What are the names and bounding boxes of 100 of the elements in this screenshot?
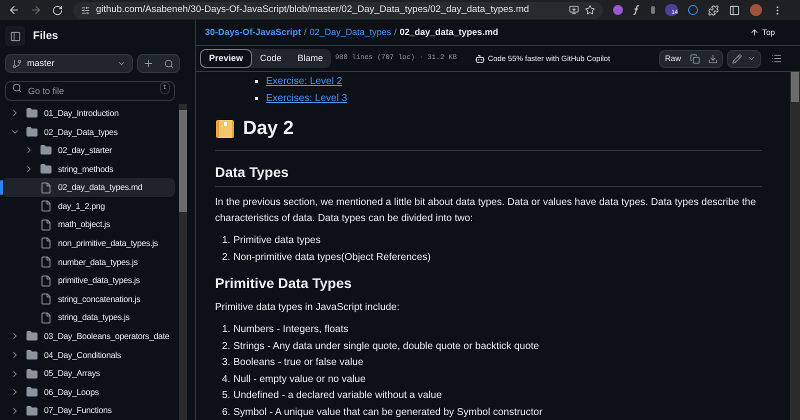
list-item-text: Symbol - A unique value that can be generated by Symbol constructor xyxy=(233,406,542,420)
file-tree-item[interactable]: 02_Day_Data_types xyxy=(2,122,175,142)
folder-icon xyxy=(40,163,52,176)
top-button[interactable]: Top xyxy=(750,26,775,38)
branch-icon xyxy=(12,58,22,68)
file-icon xyxy=(40,256,52,268)
folder-icon xyxy=(26,349,38,362)
file-name: math_object.js xyxy=(58,218,110,232)
file-tree-item[interactable]: non_primitive_data_types.js xyxy=(2,234,175,253)
file-tree-item[interactable]: string_concatenation.js xyxy=(2,290,175,309)
arrow-up-icon xyxy=(750,28,760,37)
file-name: primitive_data_types.js xyxy=(58,274,140,288)
file-tree-item[interactable]: 07_Day_Functions xyxy=(2,402,175,420)
caret-icon xyxy=(747,54,756,63)
folder-icon xyxy=(26,330,38,342)
collapse-sidebar-button[interactable] xyxy=(5,26,25,46)
file-tree-item[interactable]: 04_Day_Conditionals xyxy=(2,346,175,364)
file-tree-item[interactable]: day_1_2.png xyxy=(2,196,175,216)
list-number: 1. xyxy=(222,234,230,248)
folder-icon xyxy=(26,386,38,398)
back-icon[interactable] xyxy=(8,4,20,16)
sidebar-toggle-icon xyxy=(10,30,20,42)
profile-avatar[interactable] xyxy=(750,4,762,16)
side-panel-icon[interactable] xyxy=(729,4,740,16)
file-tree-item[interactable]: number_data_types.js xyxy=(2,252,175,272)
add-file-icon[interactable] xyxy=(143,58,154,69)
folder-icon xyxy=(26,107,38,120)
file-tree-item[interactable]: string_data_types.js xyxy=(2,308,175,328)
caret-icon xyxy=(117,59,126,68)
file-icon xyxy=(40,237,52,250)
sidebar-title: Files xyxy=(33,28,58,44)
edit-button[interactable] xyxy=(727,50,761,68)
branch-selector[interactable]: master xyxy=(5,54,133,73)
list-item-text: Primitive data types xyxy=(233,234,321,248)
extension-icon[interactable] xyxy=(633,5,641,15)
repo-link[interactable]: 30-Days-Of-JavaScript xyxy=(205,26,302,37)
list-number: 4. xyxy=(222,372,230,387)
toc-link[interactable]: Exercises: Level 3 xyxy=(266,91,348,106)
pencil-icon xyxy=(732,54,742,64)
book-icon xyxy=(215,119,235,140)
file-tree-item[interactable]: math_object.js xyxy=(2,216,175,234)
file-tree-item[interactable]: 03_Day_Booleans_operators_date xyxy=(2,327,175,346)
search-icon xyxy=(12,83,22,93)
folder-link[interactable]: 02_Day_Data_types xyxy=(310,26,392,37)
bookmark-star-icon[interactable] xyxy=(585,5,595,15)
file-icon xyxy=(40,200,52,212)
scrollbar[interactable] xyxy=(790,72,800,420)
file-tree-item[interactable]: 06_Day_Loops xyxy=(2,382,175,402)
url-text: github.com/Asabeneh/30-Days-Of-JavaScript/blob/master/02_Day_Data_types/02_day_data_types.md xyxy=(96,2,530,17)
list-number: 2. xyxy=(222,340,230,354)
folder-icon xyxy=(26,404,38,417)
scrollbar[interactable] xyxy=(179,104,187,420)
section-heading: Data Types xyxy=(215,162,762,186)
outline-icon[interactable] xyxy=(771,53,782,64)
download-icon[interactable] xyxy=(708,54,718,64)
file-name: 07_Day_Functions xyxy=(44,404,112,418)
install-icon[interactable] xyxy=(569,5,579,15)
address-bar[interactable]: github.com/Asabeneh/30-Days-Of-JavaScript/blob/master/02_Day_Data_types/02_day_data_types.md xyxy=(73,2,603,18)
list-item-text: Booleans - true or false value xyxy=(233,356,364,370)
file-name: 02_day_data_types.md xyxy=(58,181,142,194)
copilot-icon xyxy=(474,54,485,64)
file-name: 04_Day_Conditionals xyxy=(44,348,122,362)
file-name: 03_Day_Booleans_operators_date xyxy=(44,330,170,343)
file-tree-item[interactable]: 02_day_data_types.md xyxy=(2,178,175,197)
paragraph: In the previous section, we mentioned a little bit about data types. Data or values have data types. Data types describe the characteristics of data. Data types can be divided into two: xyxy=(215,196,757,226)
list-number: 2. xyxy=(222,250,230,265)
file-name: 05_Day_Arrays xyxy=(44,367,100,380)
folder-icon xyxy=(26,126,38,138)
file-tree-item[interactable]: 01_Day_Introduction xyxy=(2,104,175,123)
path-separator: / xyxy=(304,26,307,37)
file-tree-item[interactable]: string_methods xyxy=(2,160,175,178)
list-item-text: Non-primitive data types(Object References) xyxy=(233,250,431,265)
view-tab[interactable]: Preview xyxy=(200,49,252,68)
view-tab[interactable]: Code xyxy=(252,49,290,68)
view-tab[interactable]: Blame xyxy=(290,49,332,68)
raw-button[interactable]: Raw xyxy=(660,52,686,64)
file-icon xyxy=(40,182,52,194)
file-tree-item[interactable]: 02_day_starter xyxy=(2,141,175,160)
search-icon[interactable] xyxy=(164,58,174,68)
file-name: string_data_types.js xyxy=(58,311,130,324)
path-separator: / xyxy=(394,26,397,37)
list-item-text: Null - empty value or no value xyxy=(233,372,366,387)
site-info-icon[interactable] xyxy=(81,6,90,14)
extension-icon[interactable] xyxy=(688,5,698,15)
file-icon xyxy=(40,274,52,287)
file-tree-item[interactable]: primitive_data_types.js xyxy=(2,271,175,290)
list-number: 6. xyxy=(222,406,230,420)
file-icon xyxy=(40,293,52,306)
copy-icon[interactable] xyxy=(690,54,700,64)
list-item-text: Numbers - Integers, floats xyxy=(233,323,348,338)
forward-icon[interactable] xyxy=(30,4,42,16)
file-name: 02_Day_Data_types xyxy=(44,126,118,138)
selection-indicator xyxy=(0,180,3,196)
file-tree-item[interactable]: 05_Day_Arrays xyxy=(2,364,175,383)
toc-link[interactable]: Exercise: Level 2 xyxy=(266,74,342,89)
list-item-text: Undefined - a declared variable without a value xyxy=(233,389,442,404)
file-name: 01_Day_Introduction xyxy=(44,106,119,120)
reload-icon[interactable] xyxy=(52,4,63,16)
extensions-icon[interactable] xyxy=(708,4,719,16)
list-item-text: Strings - Any data under single quote, double quote or backtick quote xyxy=(233,340,540,354)
